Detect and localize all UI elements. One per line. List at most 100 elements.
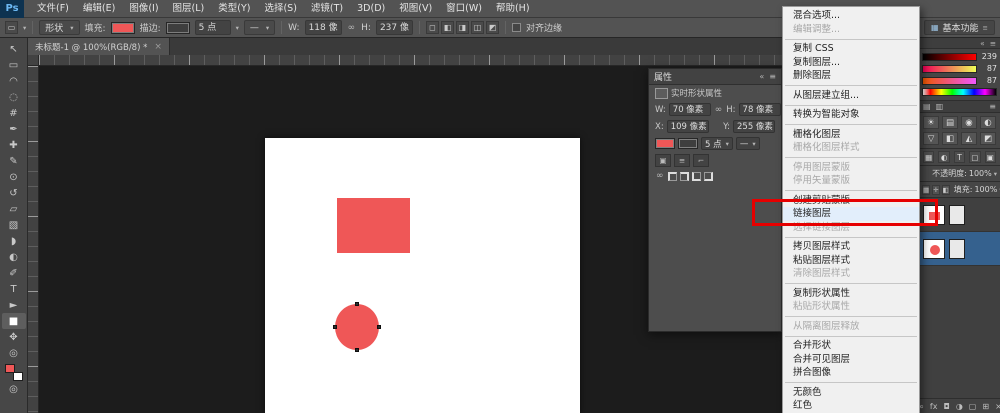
stroke-corner-select[interactable]: ⌐ bbox=[693, 154, 709, 167]
shape-options-gear-icon[interactable]: ◩ bbox=[486, 21, 499, 34]
styles-icon[interactable]: ▥ bbox=[936, 102, 944, 111]
fill-opacity-value[interactable]: 100% bbox=[974, 185, 997, 194]
menubar-item[interactable]: 窗口(W) bbox=[439, 0, 489, 18]
context-menu-item[interactable]: 复制 CSS bbox=[783, 42, 919, 56]
red-ellipse-shape[interactable] bbox=[335, 304, 379, 350]
context-menu-item[interactable]: 复制形状属性 bbox=[783, 287, 919, 301]
shape-w-field[interactable]: 70 像素 bbox=[669, 103, 711, 116]
exposure-icon[interactable]: ◐ bbox=[980, 116, 996, 129]
tool-shape[interactable]: ■ bbox=[2, 313, 26, 329]
layer-thumbnail[interactable] bbox=[923, 205, 945, 225]
anchor-point-right[interactable] bbox=[377, 325, 381, 329]
corner-radius-bottomleft-icon[interactable] bbox=[692, 172, 701, 181]
properties-tab[interactable]: 属性 bbox=[654, 70, 672, 83]
layer-row-ellipse-selected[interactable] bbox=[919, 232, 1000, 266]
tool-path-selection[interactable]: ► bbox=[2, 297, 26, 313]
context-menu-item[interactable]: 合并形状 bbox=[783, 339, 919, 353]
context-menu-item[interactable]: 链接图层 bbox=[783, 207, 919, 221]
shape-h-field[interactable]: 78 像素 bbox=[739, 103, 781, 116]
shape-height-field[interactable]: 237 像 bbox=[376, 20, 413, 35]
stroke-align-select[interactable]: ▣ bbox=[655, 154, 671, 167]
tool-eraser[interactable]: ▱ bbox=[2, 201, 26, 217]
menubar-item[interactable]: 帮助(H) bbox=[489, 0, 537, 18]
anchor-point-top[interactable] bbox=[355, 302, 359, 306]
align-edges-checkbox[interactable] bbox=[512, 23, 521, 32]
collapse-panel-icon[interactable]: « bbox=[759, 72, 764, 81]
tool-history-brush[interactable]: ↺ bbox=[2, 185, 26, 201]
color-slider-b[interactable] bbox=[922, 77, 977, 85]
link-corners-icon[interactable]: ∞ bbox=[655, 171, 665, 181]
corner-radius-topright-icon[interactable] bbox=[680, 172, 689, 181]
layer-thumbnail[interactable] bbox=[923, 239, 945, 259]
tool-lasso[interactable]: ◠ bbox=[2, 73, 26, 89]
foreground-color-swatch[interactable] bbox=[5, 364, 15, 373]
swatches-icon[interactable]: ▤ bbox=[923, 102, 931, 111]
new-layer-icon[interactable]: ⊞ bbox=[982, 402, 989, 411]
tool-pen[interactable]: ✐ bbox=[2, 265, 26, 281]
link-dimensions-icon[interactable]: ∞ bbox=[347, 23, 357, 33]
context-menu-item[interactable]: 粘贴图层样式 bbox=[783, 254, 919, 268]
menubar-item[interactable]: 选择(S) bbox=[257, 0, 303, 18]
menubar-item[interactable]: 图层(L) bbox=[166, 0, 212, 18]
menubar-item[interactable]: 3D(D) bbox=[350, 0, 392, 18]
context-menu-item[interactable]: 拼合图像 bbox=[783, 366, 919, 380]
shape-fill-swatch[interactable] bbox=[655, 138, 675, 149]
foreground-background-swatches[interactable] bbox=[5, 364, 23, 381]
tool-move[interactable]: ↖ bbox=[2, 41, 26, 57]
corner-radius-topleft-icon[interactable] bbox=[668, 172, 677, 181]
lock-all-icon[interactable]: ◧ bbox=[942, 185, 950, 195]
tool-rectangular-marquee[interactable]: ▭ bbox=[2, 57, 26, 73]
context-menu-item[interactable]: 拷贝图层样式 bbox=[783, 240, 919, 254]
tool-dodge[interactable]: ◐ bbox=[2, 249, 26, 265]
context-menu-item[interactable]: 红色 bbox=[783, 399, 919, 413]
document-canvas[interactable] bbox=[265, 138, 580, 413]
context-menu-item[interactable]: 删除图层 bbox=[783, 69, 919, 83]
context-menu-item[interactable]: 创建剪贴蒙版 bbox=[783, 194, 919, 208]
filter-adjustment-layers-icon[interactable]: ◐ bbox=[938, 151, 949, 163]
background-color-swatch[interactable] bbox=[13, 372, 23, 381]
stroke-width-caret-icon[interactable]: ▾ bbox=[236, 24, 239, 32]
filter-pixel-layers-icon[interactable]: ▦ bbox=[923, 151, 934, 163]
fill-color-swatch[interactable] bbox=[111, 22, 135, 34]
shape-x-field[interactable]: 109 像素 bbox=[667, 120, 709, 133]
levels-icon[interactable]: ▤ bbox=[942, 116, 958, 129]
panel-menu-icon[interactable]: ≡ bbox=[769, 72, 776, 81]
panel-menu-icon[interactable]: ≡ bbox=[990, 39, 996, 48]
color-balance-icon[interactable]: ◭ bbox=[961, 132, 977, 145]
hue-saturation-icon[interactable]: ◧ bbox=[942, 132, 958, 145]
stroke-width-field[interactable]: 5 点 bbox=[195, 20, 231, 35]
stroke-width-select[interactable]: 5 点 ▾ bbox=[701, 137, 733, 150]
brightness-contrast-icon[interactable]: ☀ bbox=[923, 116, 939, 129]
tool-zoom[interactable]: ◎ bbox=[2, 345, 26, 361]
tool-crop[interactable]: # bbox=[2, 105, 26, 121]
menubar-item[interactable]: 滤镜(T) bbox=[304, 0, 350, 18]
tool-quick-selection[interactable]: ◌ bbox=[2, 89, 26, 105]
vector-mask-thumbnail[interactable] bbox=[949, 239, 965, 259]
collapse-panel-icon[interactable]: « bbox=[980, 39, 985, 48]
color-spectrum-bar[interactable] bbox=[922, 88, 997, 96]
context-menu-item[interactable]: 复制图层... bbox=[783, 56, 919, 70]
path-operations-icon[interactable]: ◻ bbox=[426, 21, 439, 34]
tool-hand[interactable]: ✥ bbox=[2, 329, 26, 345]
new-adjustment-layer-icon[interactable]: ◑ bbox=[956, 402, 963, 411]
red-rectangle-shape[interactable] bbox=[337, 198, 410, 253]
close-icon[interactable]: × bbox=[154, 42, 162, 52]
delete-layer-icon[interactable]: × bbox=[995, 402, 1000, 411]
context-menu-item[interactable]: 无颜色 bbox=[783, 386, 919, 400]
lock-position-icon[interactable]: ✛ bbox=[932, 185, 939, 195]
tool-mode-select[interactable]: 形状 ▾ bbox=[39, 20, 79, 35]
tool-brush[interactable]: ✎ bbox=[2, 153, 26, 169]
color-slider-r[interactable] bbox=[922, 53, 977, 61]
anchor-point-bottom[interactable] bbox=[355, 348, 359, 352]
layer-effects-icon[interactable]: fx bbox=[930, 402, 938, 411]
menubar-item[interactable]: 视图(V) bbox=[392, 0, 439, 18]
opacity-value[interactable]: 100% bbox=[969, 169, 992, 178]
stroke-style-select[interactable]: — ▾ bbox=[736, 137, 760, 150]
stroke-color-swatch[interactable] bbox=[166, 22, 190, 34]
tool-healing-brush[interactable]: ✚ bbox=[2, 137, 26, 153]
tool-gradient[interactable]: ▧ bbox=[2, 217, 26, 233]
tool-preset-icon[interactable]: ▭ bbox=[5, 21, 18, 34]
anchor-point-left[interactable] bbox=[333, 325, 337, 329]
shape-width-field[interactable]: 118 像 bbox=[305, 20, 342, 35]
context-menu-item[interactable]: 转换为智能对象 bbox=[783, 108, 919, 122]
